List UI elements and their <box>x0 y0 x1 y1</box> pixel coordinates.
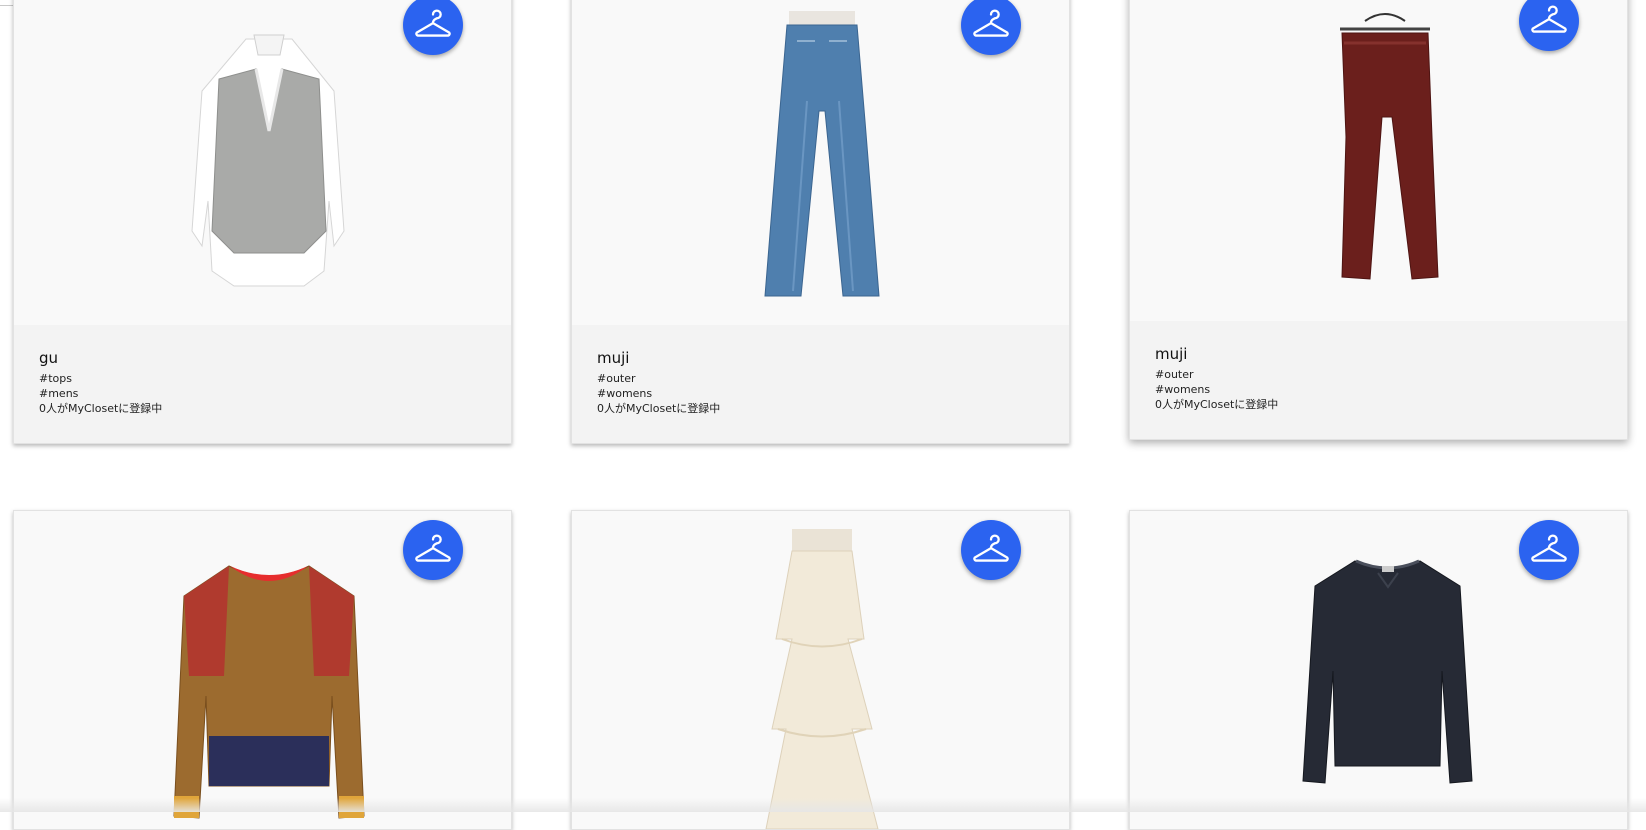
tiered-skirt-image <box>765 529 879 829</box>
brand-name: gu <box>39 349 59 367</box>
registered-count: 0人がMyClosetに登録中 <box>597 402 721 415</box>
category-tag[interactable]: #outer <box>1155 367 1627 382</box>
hanger-icon <box>973 534 1009 562</box>
product-info: muji #outer #womens 0人がMyClosetに登録中 <box>572 325 1069 443</box>
add-to-closet-button[interactable] <box>1519 0 1579 51</box>
add-to-closet-button[interactable] <box>961 520 1021 580</box>
product-image <box>1130 511 1627 829</box>
product-info: gu #tops #mens 0人がMyClosetに登録中 <box>14 325 511 443</box>
add-to-closet-button[interactable] <box>403 0 463 55</box>
registered-count: 0人がMyClosetに登録中 <box>39 402 163 415</box>
vest-over-shirt-image <box>191 34 345 287</box>
product-card[interactable]: muji #outer #womens 0人がMyClosetに登録中 <box>571 0 1070 444</box>
product-info: muji #outer #womens 0人がMyClosetに登録中 <box>1130 321 1627 439</box>
add-to-closet-button[interactable] <box>1519 520 1579 580</box>
gender-tag[interactable]: #womens <box>597 386 1069 401</box>
add-to-closet-button[interactable] <box>961 0 1021 55</box>
brand-name: muji <box>1155 345 1188 363</box>
product-image <box>14 0 511 328</box>
navy-sweatshirt-image <box>1302 559 1473 784</box>
hanger-icon <box>415 534 451 562</box>
product-image <box>14 511 511 829</box>
gender-tag[interactable]: #mens <box>39 386 511 401</box>
product-card[interactable] <box>571 510 1070 830</box>
product-image <box>572 511 1069 829</box>
product-card[interactable]: muji #outer #womens 0人がMyClosetに登録中 <box>1129 0 1628 440</box>
category-tag[interactable]: #outer <box>597 371 1069 386</box>
scroll-fade <box>0 798 1646 812</box>
registered-count: 0人がMyClosetに登録中 <box>1155 398 1279 411</box>
product-card[interactable] <box>1129 510 1628 830</box>
product-image <box>572 0 1069 328</box>
product-card[interactable]: gu #tops #mens 0人がMyClosetに登録中 <box>13 0 512 444</box>
mohair-sweater-image <box>173 565 365 819</box>
add-to-closet-button[interactable] <box>403 520 463 580</box>
brand-name: muji <box>597 349 630 367</box>
category-tag[interactable]: #tops <box>39 371 511 386</box>
hanger-icon <box>1531 5 1567 33</box>
hanger-icon <box>415 9 451 37</box>
product-card[interactable] <box>13 510 512 830</box>
burgundy-pants-image <box>1340 13 1439 280</box>
denim-jeans-image <box>764 11 880 297</box>
product-image <box>1130 0 1627 324</box>
hanger-icon <box>1531 534 1567 562</box>
hanger-icon <box>973 9 1009 37</box>
gender-tag[interactable]: #womens <box>1155 382 1627 397</box>
